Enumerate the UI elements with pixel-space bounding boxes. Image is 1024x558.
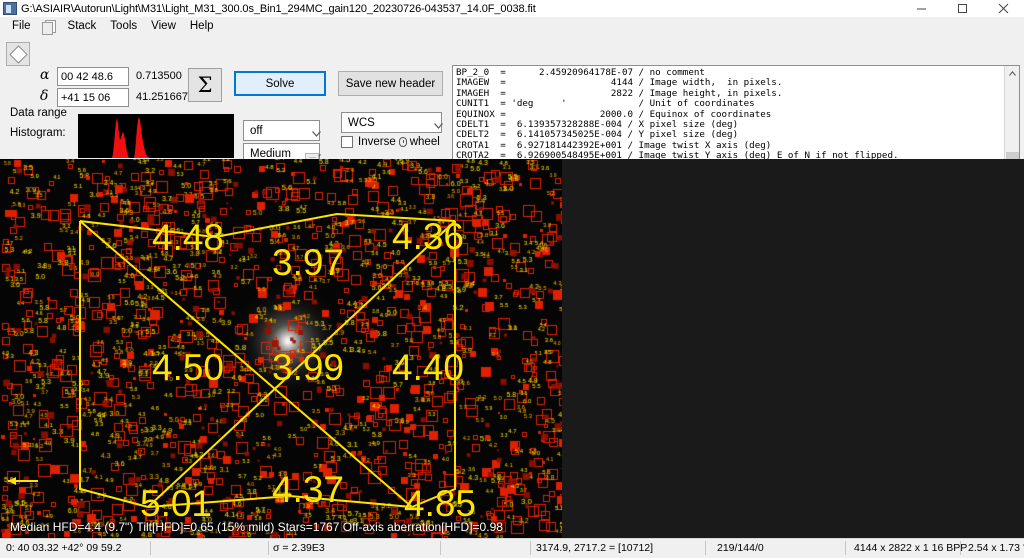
copy-pages-icon[interactable] xyxy=(41,19,57,35)
overlay-select[interactable]: off xyxy=(243,120,321,141)
menu-file[interactable]: File xyxy=(5,18,38,34)
wcs-select-value: WCS xyxy=(348,116,375,129)
image-status-overlay: Median HFD=4.4 (9.7") Tilt[HFD]=0.65 (15… xyxy=(10,520,503,534)
ra-input[interactable]: 00 42 48.6 xyxy=(57,67,129,86)
status-separator xyxy=(705,541,706,555)
inverse-wheel-checkbox-row[interactable]: Inverse wheel xyxy=(341,136,440,148)
window-controls xyxy=(901,0,1024,17)
tool-panel: α 00 42 48.6 0.713500 δ +41 15 06 41.251… xyxy=(0,35,1024,196)
status-cell: 3174.9, 2717.2 = [10712] xyxy=(536,542,654,554)
wcs-select[interactable]: WCS xyxy=(341,112,443,133)
status-cell: 0: 40 03.32 +42° 09 59.2 xyxy=(6,542,122,554)
mouse-wheel-icon xyxy=(398,137,407,147)
menu-stack[interactable]: Stack xyxy=(61,18,104,34)
window-title: G:\ASIAIR\Autorun\Light\M31\Light_M31_30… xyxy=(21,2,536,15)
inverse-wheel-label-post: wheel xyxy=(409,136,440,148)
dec-symbol: δ xyxy=(40,88,49,104)
hfd-value: 5.01 xyxy=(140,483,213,524)
scroll-up-icon[interactable] xyxy=(1005,66,1020,81)
status-cell: σ = 2.39E3 xyxy=(273,542,325,554)
status-separator xyxy=(150,541,151,555)
status-separator xyxy=(268,541,269,555)
dec-input[interactable]: +41 15 06 xyxy=(57,88,129,107)
astap-window: G:\ASIAIR\Autorun\Light\M31\Light_M31_30… xyxy=(0,0,1024,558)
hfd-value: 4.40 xyxy=(392,347,465,388)
hfd-value: 4.36 xyxy=(392,216,465,257)
hfd-value: 3.97 xyxy=(272,242,345,283)
ra-symbol: α xyxy=(40,67,50,83)
histogram-display[interactable] xyxy=(78,114,234,158)
solve-button[interactable]: Solve xyxy=(234,71,326,96)
close-icon[interactable] xyxy=(983,0,1024,17)
maximize-icon[interactable] xyxy=(942,0,983,17)
minimize-icon[interactable] xyxy=(901,0,942,17)
status-separator xyxy=(440,541,441,555)
menu-tools[interactable]: Tools xyxy=(103,18,144,34)
dec-decimal-value: 41.251667 xyxy=(136,91,188,103)
flip-image-button[interactable] xyxy=(6,42,30,66)
inverse-wheel-label-pre: Inverse xyxy=(358,136,396,148)
ra-decimal-value: 0.713500 xyxy=(136,70,182,82)
hfd-value: 4.85 xyxy=(404,483,477,524)
status-cell: 2.54 x 1.73 ° xyxy=(968,542,1024,554)
left-controls: α 00 42 48.6 0.713500 δ +41 15 06 41.251… xyxy=(0,35,450,196)
hfd-value: 4.48 xyxy=(152,217,225,258)
menu-view[interactable]: View xyxy=(144,18,183,34)
status-cell: 4144 x 2822 x 1 16 BPP xyxy=(854,542,968,554)
hfd-value: 4.37 xyxy=(272,469,345,510)
diamond-icon xyxy=(8,44,28,64)
hfd-value: 4.50 xyxy=(152,347,225,388)
inverse-wheel-checkbox[interactable] xyxy=(341,136,353,148)
save-new-header-button[interactable]: Save new header xyxy=(338,71,443,96)
image-viewport[interactable]: 4.48 3.97 4.36 4.50 3.99 4.40 5.01 4.37 4.85 Med… xyxy=(0,159,1024,538)
status-bar: 0: 40 03.32 +42° 09 59.2 σ = 2.39E3 3174.9… xyxy=(0,538,1024,558)
status-separator xyxy=(845,541,846,555)
overlay-select-value: off xyxy=(250,124,263,137)
sigma-button[interactable]: Σ xyxy=(188,68,222,102)
data-range-label: Data range xyxy=(10,107,67,119)
title-bar: G:\ASIAIR\Autorun\Light\M31\Light_M31_30… xyxy=(0,0,1024,17)
menu-help[interactable]: Help xyxy=(183,18,221,34)
status-cell: 219/144/0 xyxy=(717,542,764,554)
histogram-label: Histogram: xyxy=(10,127,66,139)
status-separator xyxy=(530,541,531,555)
quality-select-value: Medium xyxy=(250,147,291,160)
hfd-value: 3.99 xyxy=(272,347,345,388)
app-icon xyxy=(3,2,17,15)
menu-bar: File Stack Tools View Help xyxy=(0,17,1024,35)
